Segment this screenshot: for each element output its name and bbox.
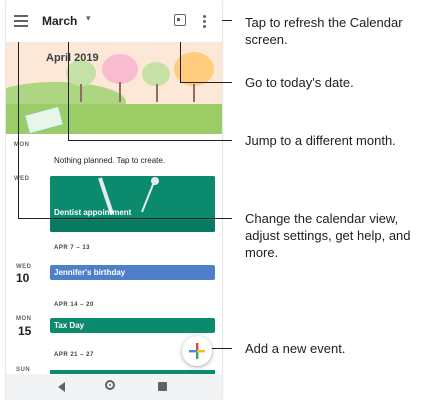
event-dentist-appointment[interactable]: Dentist appointment [50,176,215,232]
callout-jump-month: Jump to a different month. [245,133,396,148]
recents-icon[interactable] [158,382,167,391]
callout-today: Go to today's date. [245,75,354,90]
callout-line [68,34,69,140]
back-icon[interactable] [58,382,65,392]
app-bar: March ▾ [6,0,222,42]
month-selector[interactable]: March [42,14,77,28]
callout-refresh: Tap to refresh the Calendar screen. [245,15,403,47]
callout-change-view: Change the calendar view, adjust setting… [245,211,411,260]
overflow-menu-icon[interactable] [203,15,206,30]
chevron-down-icon[interactable]: ▾ [86,13,91,24]
day-label: SUN [16,367,31,373]
day-label: WED [14,176,30,182]
day-number: 10 [16,271,30,285]
event-tax-day[interactable]: Tax Day [50,318,215,333]
day-label: WED [16,264,32,270]
day-number: 15 [18,324,32,338]
month-banner: April 2019 [6,40,222,134]
dentist-illustration [50,176,215,232]
add-event-button[interactable] [182,336,212,366]
home-icon[interactable] [105,380,115,390]
week-header: APR 7 – 13 [54,245,91,251]
day-label: MON [16,316,32,322]
plus-icon [189,343,205,359]
today-icon[interactable] [174,14,186,26]
event-title: Dentist appointment [54,208,132,217]
callout-line [18,32,19,218]
week-header: APR 21 – 27 [54,352,94,358]
banner-month-title: April 2019 [46,52,99,64]
phone-screen: March ▾ April 2019 MON Nothing planned. … [6,0,222,400]
callout-line [180,82,232,83]
event-jennifers-birthday[interactable]: Jennifer's birthday [50,265,215,280]
week-header: APR 14 – 20 [54,302,94,308]
callout-line [68,140,232,141]
menu-icon[interactable] [14,15,28,27]
callout-add-event: Add a new event. [245,341,346,356]
empty-day-prompt[interactable]: Nothing planned. Tap to create. [54,156,165,165]
day-label: MON [14,142,30,148]
system-nav-bar [6,374,222,400]
callout-line [18,218,232,219]
